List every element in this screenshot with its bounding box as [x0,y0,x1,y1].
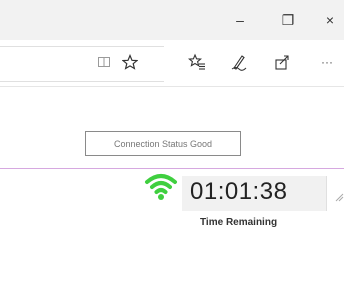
connection-status-text: Connection Status Good [113,138,213,149]
maximize-button[interactable]: ❐ [276,8,300,32]
favorite-star-icon[interactable] [119,51,141,73]
wifi-signal-icon [144,172,178,202]
browser-titlebar: – ❐ × [0,0,344,40]
reading-view-icon[interactable] [93,51,115,73]
section-divider [0,168,344,169]
favorites-hub-icon[interactable] [186,51,208,73]
resize-grip-icon [334,191,344,203]
pen-icon[interactable] [228,51,250,73]
share-icon[interactable] [272,51,294,73]
minimize-button[interactable]: – [228,8,252,32]
close-button[interactable]: × [318,8,342,32]
time-remaining-label: Time Remaining [200,217,278,228]
more-icon[interactable]: ··· [316,51,338,73]
time-remaining-value: 01:01:38 [190,178,288,205]
connection-status-box: Connection Status Good [85,131,241,156]
